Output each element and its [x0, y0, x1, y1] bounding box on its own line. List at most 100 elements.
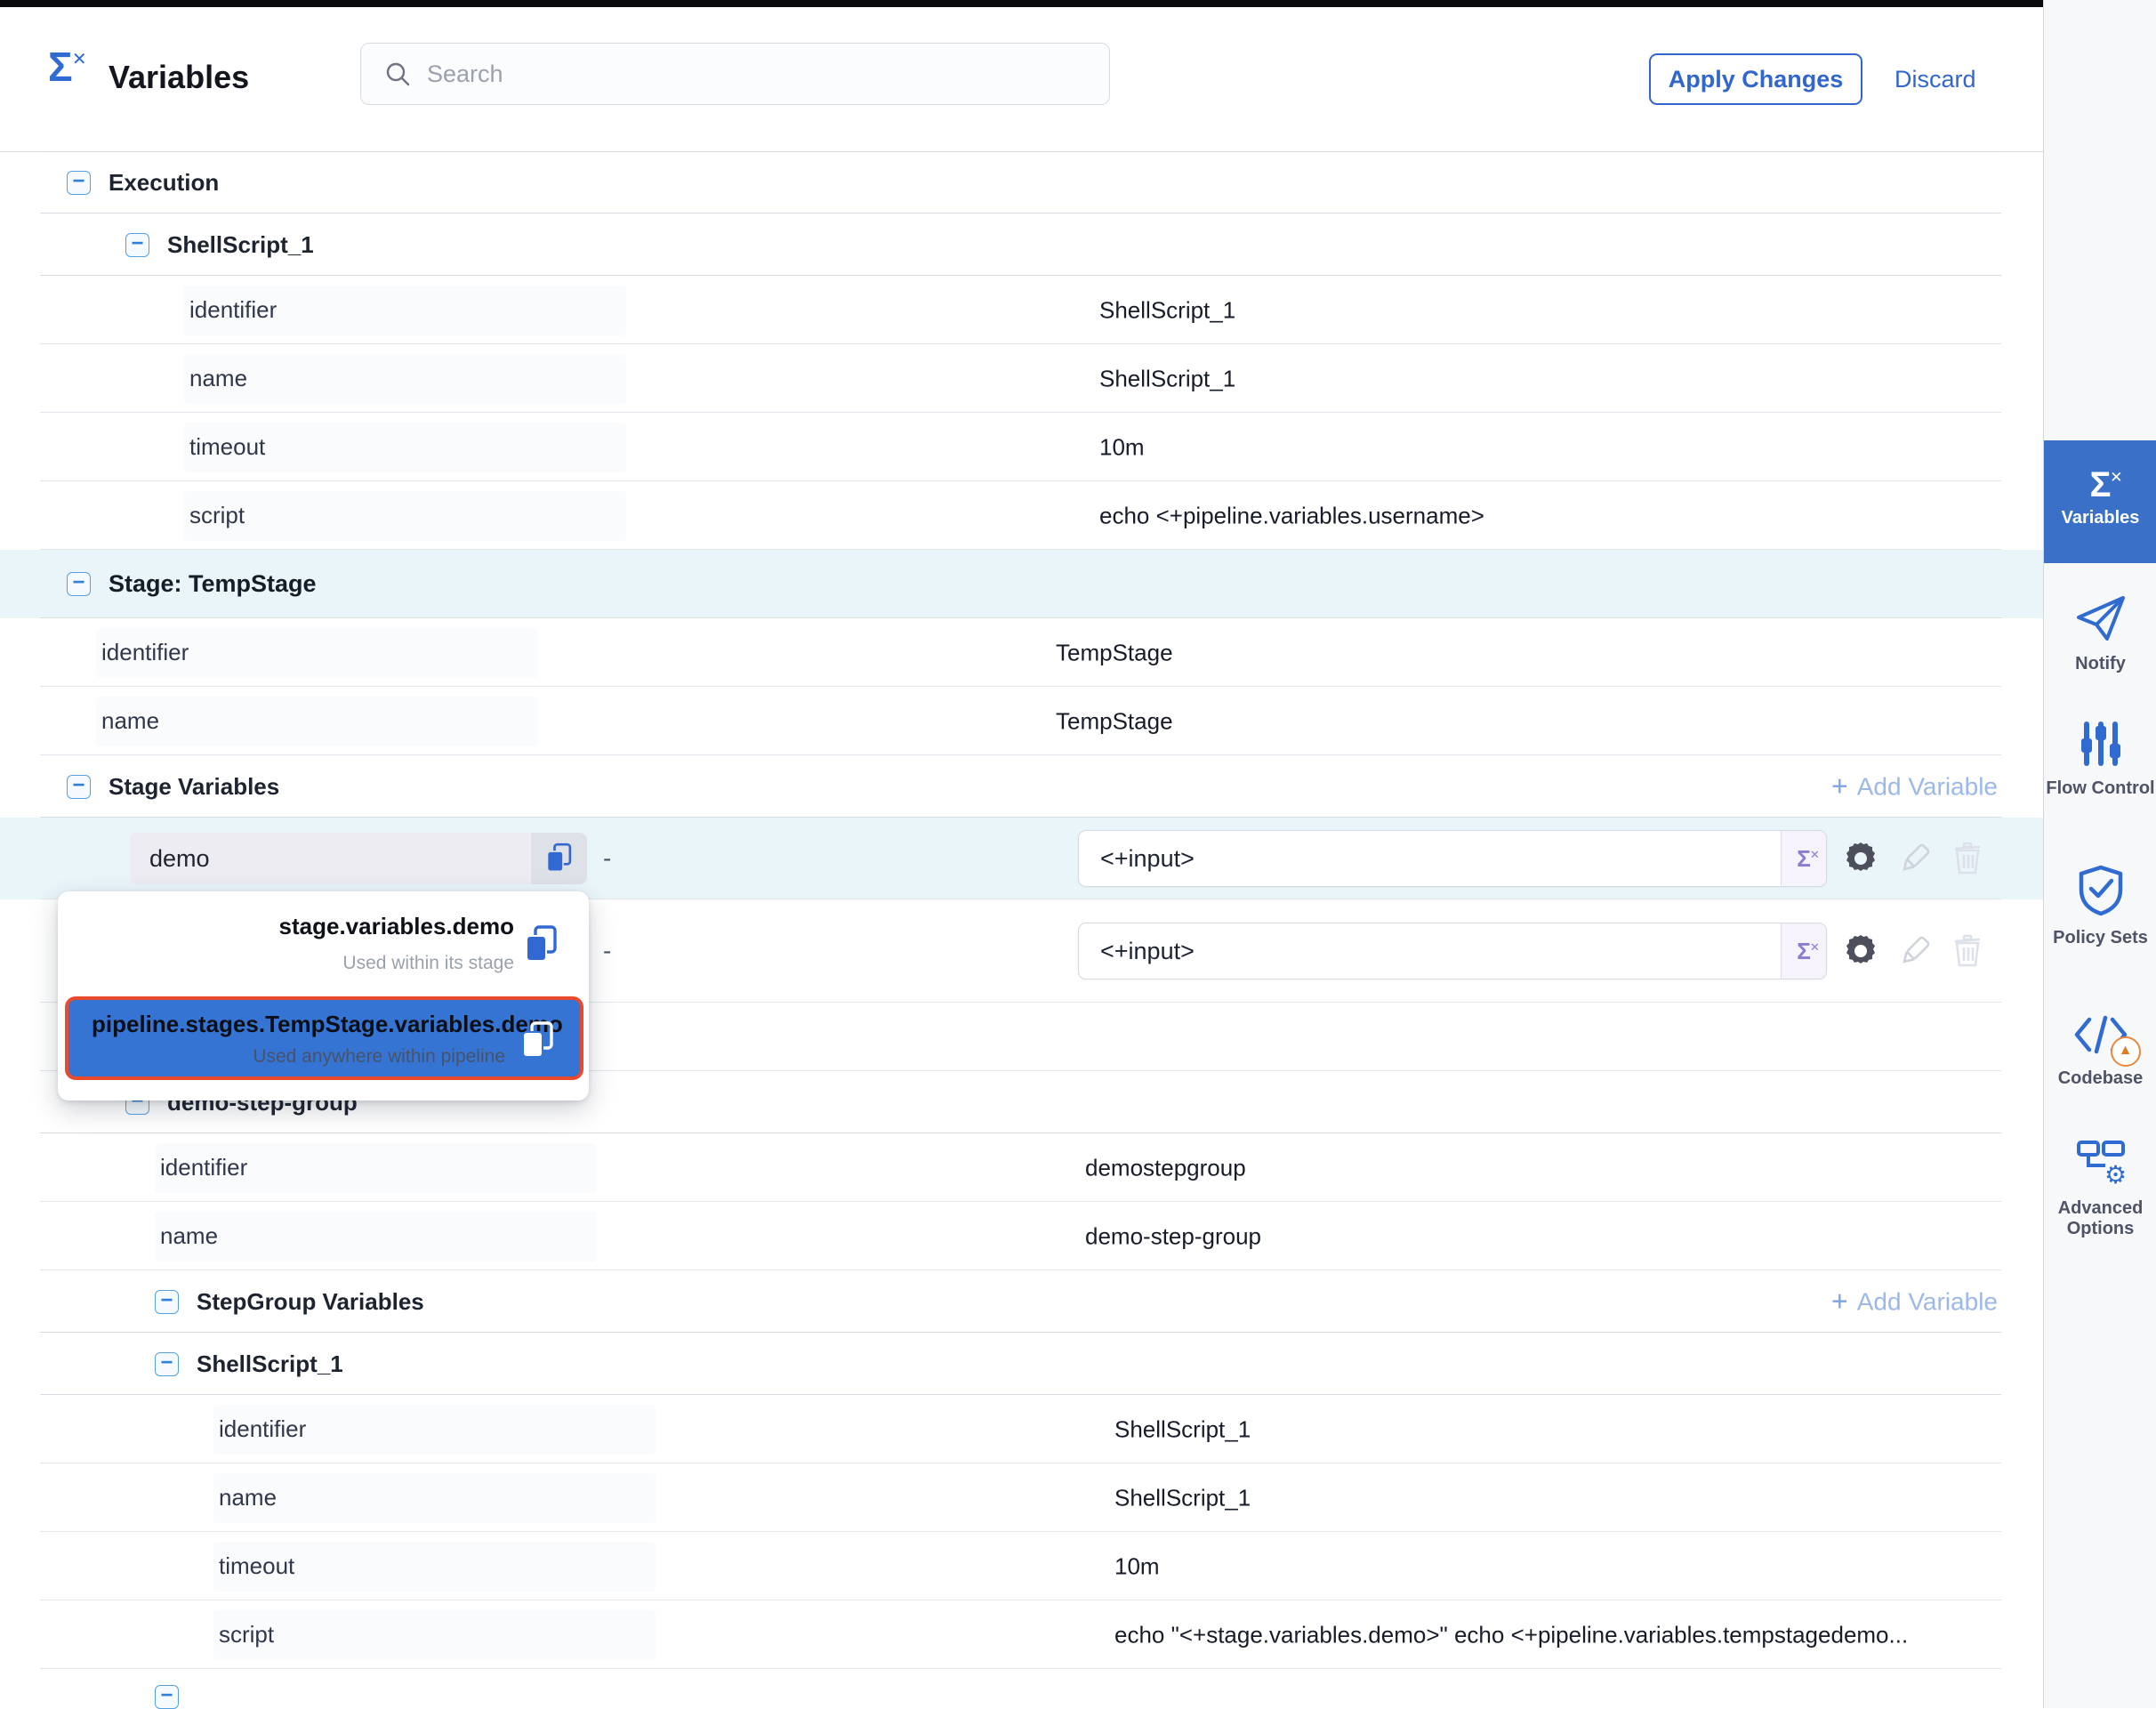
section-label: ShellScript_1 [197, 1350, 343, 1378]
property-value: demostepgroup [1085, 1154, 1246, 1181]
search-input[interactable] [425, 60, 1051, 89]
collapse-minus-icon[interactable]: − [155, 1685, 179, 1709]
copy-icon[interactable] [523, 923, 560, 966]
variable-name: demo [149, 845, 210, 873]
section-header-row: −Stage Variables +Add Variable [0, 755, 2043, 818]
property-row: identifierShellScript_1 [0, 1395, 2043, 1463]
gear-icon[interactable] [1843, 933, 1878, 969]
sidebar-item-variables[interactable]: Σ✕ Variables [2044, 440, 2156, 563]
variable-actions [1843, 841, 1983, 876]
expression-option-stage-scope[interactable]: stage.variables.demo Used within its sta… [80, 913, 560, 974]
property-row: scriptecho "<+stage.variables.demo>" ech… [0, 1600, 2043, 1669]
stage-variable-row: demo - <+input> Σ✕ [0, 818, 2043, 899]
variable-name-field[interactable]: demo [130, 833, 587, 884]
required-indicator: - [603, 937, 611, 965]
runtime-input-toggle[interactable]: Σ✕ [1781, 831, 1826, 886]
property-name: name [160, 1222, 218, 1250]
property-row: name demo-step-group [0, 1202, 2043, 1270]
collapse-minus-icon[interactable]: − [155, 1352, 179, 1376]
expression-path: stage.variables.demo [80, 913, 514, 940]
property-name: script [189, 502, 245, 529]
apply-changes-button[interactable]: Apply Changes [1649, 53, 1862, 105]
section-header-row: −Execution [0, 151, 2043, 214]
property-row: timeout10m [0, 1532, 2043, 1600]
add-variable-button[interactable]: +Add Variable [1831, 1286, 1998, 1318]
property-value: ShellScript_1 [1099, 365, 1235, 392]
section-label: StepGroup Variables [197, 1288, 424, 1316]
runtime-input-sigma-icon[interactable]: Σ✕ [1797, 847, 1811, 871]
edit-pencil-icon[interactable] [1898, 934, 1932, 968]
pipeline-right-sidebar: Σ✕ Variables Notify Flow Control Policy … [2043, 0, 2156, 1708]
property-value: 10m [1099, 433, 1145, 461]
section-header-row: −StepGroup Variables +Add Variable [0, 1270, 2043, 1333]
collapse-minus-icon[interactable]: − [67, 775, 91, 799]
add-variable-button[interactable]: +Add Variable [1831, 770, 1998, 803]
collapse-minus-icon[interactable]: − [67, 572, 91, 596]
variables-sigma-icon: Σ✕ [2089, 467, 2111, 503]
property-name: identifier [160, 1154, 247, 1181]
property-name: name [219, 1484, 277, 1511]
section-header-row: −ShellScript_1 [0, 1333, 2043, 1395]
gear-icon[interactable] [1843, 841, 1878, 876]
property-name-box: timeout [184, 423, 626, 472]
sidebar-item-policy-sets[interactable]: Policy Sets [2044, 865, 2156, 948]
expression-option-pipeline-scope[interactable]: pipeline.stages.TempStage.variables.demo… [65, 996, 583, 1080]
search-icon [384, 60, 411, 87]
variable-value-input[interactable]: <+input> Σ✕ [1078, 830, 1827, 887]
property-name: script [219, 1621, 274, 1649]
window-top-strip [0, 0, 2043, 7]
sidebar-item-codebase[interactable]: ▲ Codebase [2044, 1012, 2156, 1089]
property-name-box: script [184, 491, 626, 541]
sidebar-item-notify[interactable]: Notify [2044, 594, 2156, 674]
property-row: identifier ShellScript_1 [0, 276, 2043, 344]
property-name: identifier [189, 296, 277, 324]
delete-trash-icon[interactable] [1951, 842, 1983, 875]
section-label: Stage: TempStage [109, 570, 317, 598]
collapse-minus-icon[interactable]: − [67, 171, 91, 195]
property-value: TempStage [1056, 707, 1173, 735]
search-box[interactable] [360, 43, 1110, 105]
property-value: demo-step-group [1085, 1222, 1261, 1250]
property-row: identifier demostepgroup [0, 1133, 2043, 1202]
property-row: name ShellScript_1 [0, 344, 2043, 413]
runtime-input-sigma-icon[interactable]: Σ✕ [1797, 939, 1811, 963]
property-name-box: identifier [184, 286, 626, 335]
discard-button[interactable]: Discard [1895, 66, 1976, 93]
property-name-box: name [96, 697, 538, 746]
copy-icon[interactable] [519, 1020, 557, 1062]
variable-value-input[interactable]: <+input> Σ✕ [1078, 923, 1827, 979]
property-name-box: timeout [213, 1542, 656, 1592]
section-label: Execution [109, 169, 219, 197]
paper-plane-icon [2075, 594, 2127, 642]
property-row: identifierTempStage [0, 618, 2043, 687]
copy-icon[interactable] [544, 842, 575, 875]
copy-variable-button[interactable] [531, 833, 587, 884]
stage-header-row: −Stage: TempStage [0, 550, 2043, 618]
plus-icon: + [1831, 1286, 1848, 1318]
property-name-box: name [213, 1473, 656, 1523]
delete-trash-icon[interactable] [1951, 934, 1983, 968]
section-header-row: − [0, 1669, 2043, 1693]
property-value: ShellScript_1 [1099, 296, 1235, 324]
runtime-input-toggle[interactable]: Σ✕ [1781, 923, 1826, 979]
plus-icon: + [1831, 770, 1848, 803]
property-name: name [189, 365, 247, 392]
edit-pencil-icon[interactable] [1898, 842, 1932, 875]
property-name-box: name [155, 1212, 597, 1262]
section-label: Stage Variables [109, 773, 279, 801]
required-indicator: - [603, 844, 611, 873]
sidebar-item-advanced-options[interactable]: ⚙ Advanced Options [2044, 1139, 2156, 1239]
property-name-box: identifier [155, 1143, 597, 1193]
property-name: timeout [219, 1552, 294, 1580]
property-row: nameShellScript_1 [0, 1463, 2043, 1532]
flowchart-gear-icon: ⚙ [2075, 1139, 2127, 1187]
property-name: timeout [189, 433, 265, 461]
expression-scope-hint: Used anywhere within pipeline [253, 1046, 505, 1068]
collapse-minus-icon[interactable]: − [155, 1290, 179, 1314]
variables-panel-header: Σ✕ Variables Apply Changes Discard [0, 7, 2043, 152]
section-label: ShellScript_1 [167, 231, 314, 259]
property-value: ShellScript_1 [1114, 1415, 1251, 1443]
collapse-minus-icon[interactable]: − [125, 233, 149, 257]
sidebar-item-flow-control[interactable]: Flow Control [2044, 721, 2156, 799]
variable-expression-popup: stage.variables.demo Used within its sta… [58, 891, 589, 1100]
